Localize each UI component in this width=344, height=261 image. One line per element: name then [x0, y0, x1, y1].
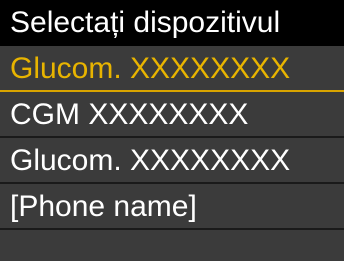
device-item-glucometer-1[interactable]: Glucom. XXXXXXXX — [0, 46, 344, 92]
device-list: Glucom. XXXXXXXX CGM XXXXXXXX Glucom. XX… — [0, 46, 344, 230]
device-item-label: [Phone name] — [10, 190, 197, 223]
device-item-phone[interactable]: [Phone name] — [0, 184, 344, 230]
device-item-glucometer-2[interactable]: Glucom. XXXXXXXX — [0, 138, 344, 184]
device-item-label: Glucom. XXXXXXXX — [10, 52, 291, 85]
device-item-label: Glucom. XXXXXXXX — [10, 144, 291, 177]
empty-list-area — [0, 230, 344, 261]
device-item-cgm[interactable]: CGM XXXXXXXX — [0, 92, 344, 138]
page-title: Selectați dispozitivul — [10, 6, 281, 39]
title-bar: Selectați dispozitivul — [0, 0, 344, 46]
device-item-label: CGM XXXXXXXX — [10, 98, 249, 131]
device-select-screen: Selectați dispozitivul Glucom. XXXXXXXX … — [0, 0, 344, 261]
